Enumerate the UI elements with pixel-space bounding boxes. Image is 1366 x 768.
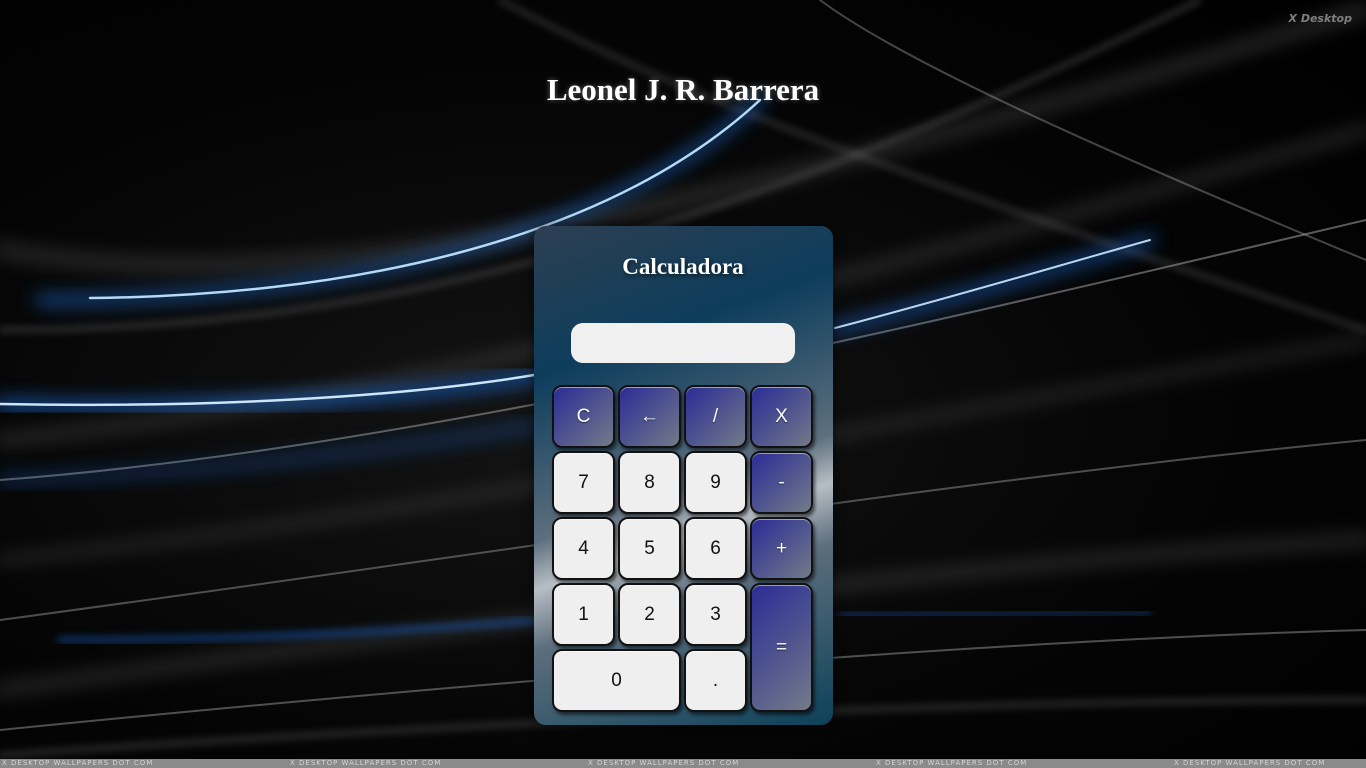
wallpaper-watermark-strip: X Desktop Wallpapers Dot Com X Desktop W… (0, 759, 1366, 768)
watermark-text: X Desktop Wallpapers Dot Com (876, 759, 1028, 767)
digit-7-button[interactable]: 7 (552, 451, 615, 514)
author-name: Leonel J. R. Barrera (546, 72, 820, 107)
digit-1-button[interactable]: 1 (552, 583, 615, 646)
digit-6-button[interactable]: 6 (684, 517, 747, 580)
digit-2-button[interactable]: 2 (618, 583, 681, 646)
digit-9-button[interactable]: 9 (684, 451, 747, 514)
digit-8-button[interactable]: 8 (618, 451, 681, 514)
watermark-text: X Desktop Wallpapers Dot Com (1174, 759, 1326, 767)
calculator-title: Calculadora (622, 254, 744, 279)
minus-button[interactable]: - (750, 451, 813, 514)
decimal-button[interactable]: . (684, 649, 747, 712)
wallpaper-logo: X Desktop (1288, 12, 1352, 25)
digit-3-button[interactable]: 3 (684, 583, 747, 646)
digit-5-button[interactable]: 5 (618, 517, 681, 580)
backspace-button[interactable]: ← (618, 385, 681, 448)
divide-button[interactable]: / (684, 385, 747, 448)
plus-button[interactable]: + (750, 517, 813, 580)
multiply-button[interactable]: X (750, 385, 813, 448)
calculator-display[interactable] (571, 323, 795, 363)
equals-button[interactable]: = (750, 583, 813, 712)
watermark-text: X Desktop Wallpapers Dot Com (588, 759, 740, 767)
clear-button[interactable]: C (552, 385, 615, 448)
digit-4-button[interactable]: 4 (552, 517, 615, 580)
watermark-text: X Desktop Wallpapers Dot Com (290, 759, 442, 767)
digit-0-button[interactable]: 0 (552, 649, 681, 712)
watermark-text: X Desktop Wallpapers Dot Com (2, 759, 154, 767)
